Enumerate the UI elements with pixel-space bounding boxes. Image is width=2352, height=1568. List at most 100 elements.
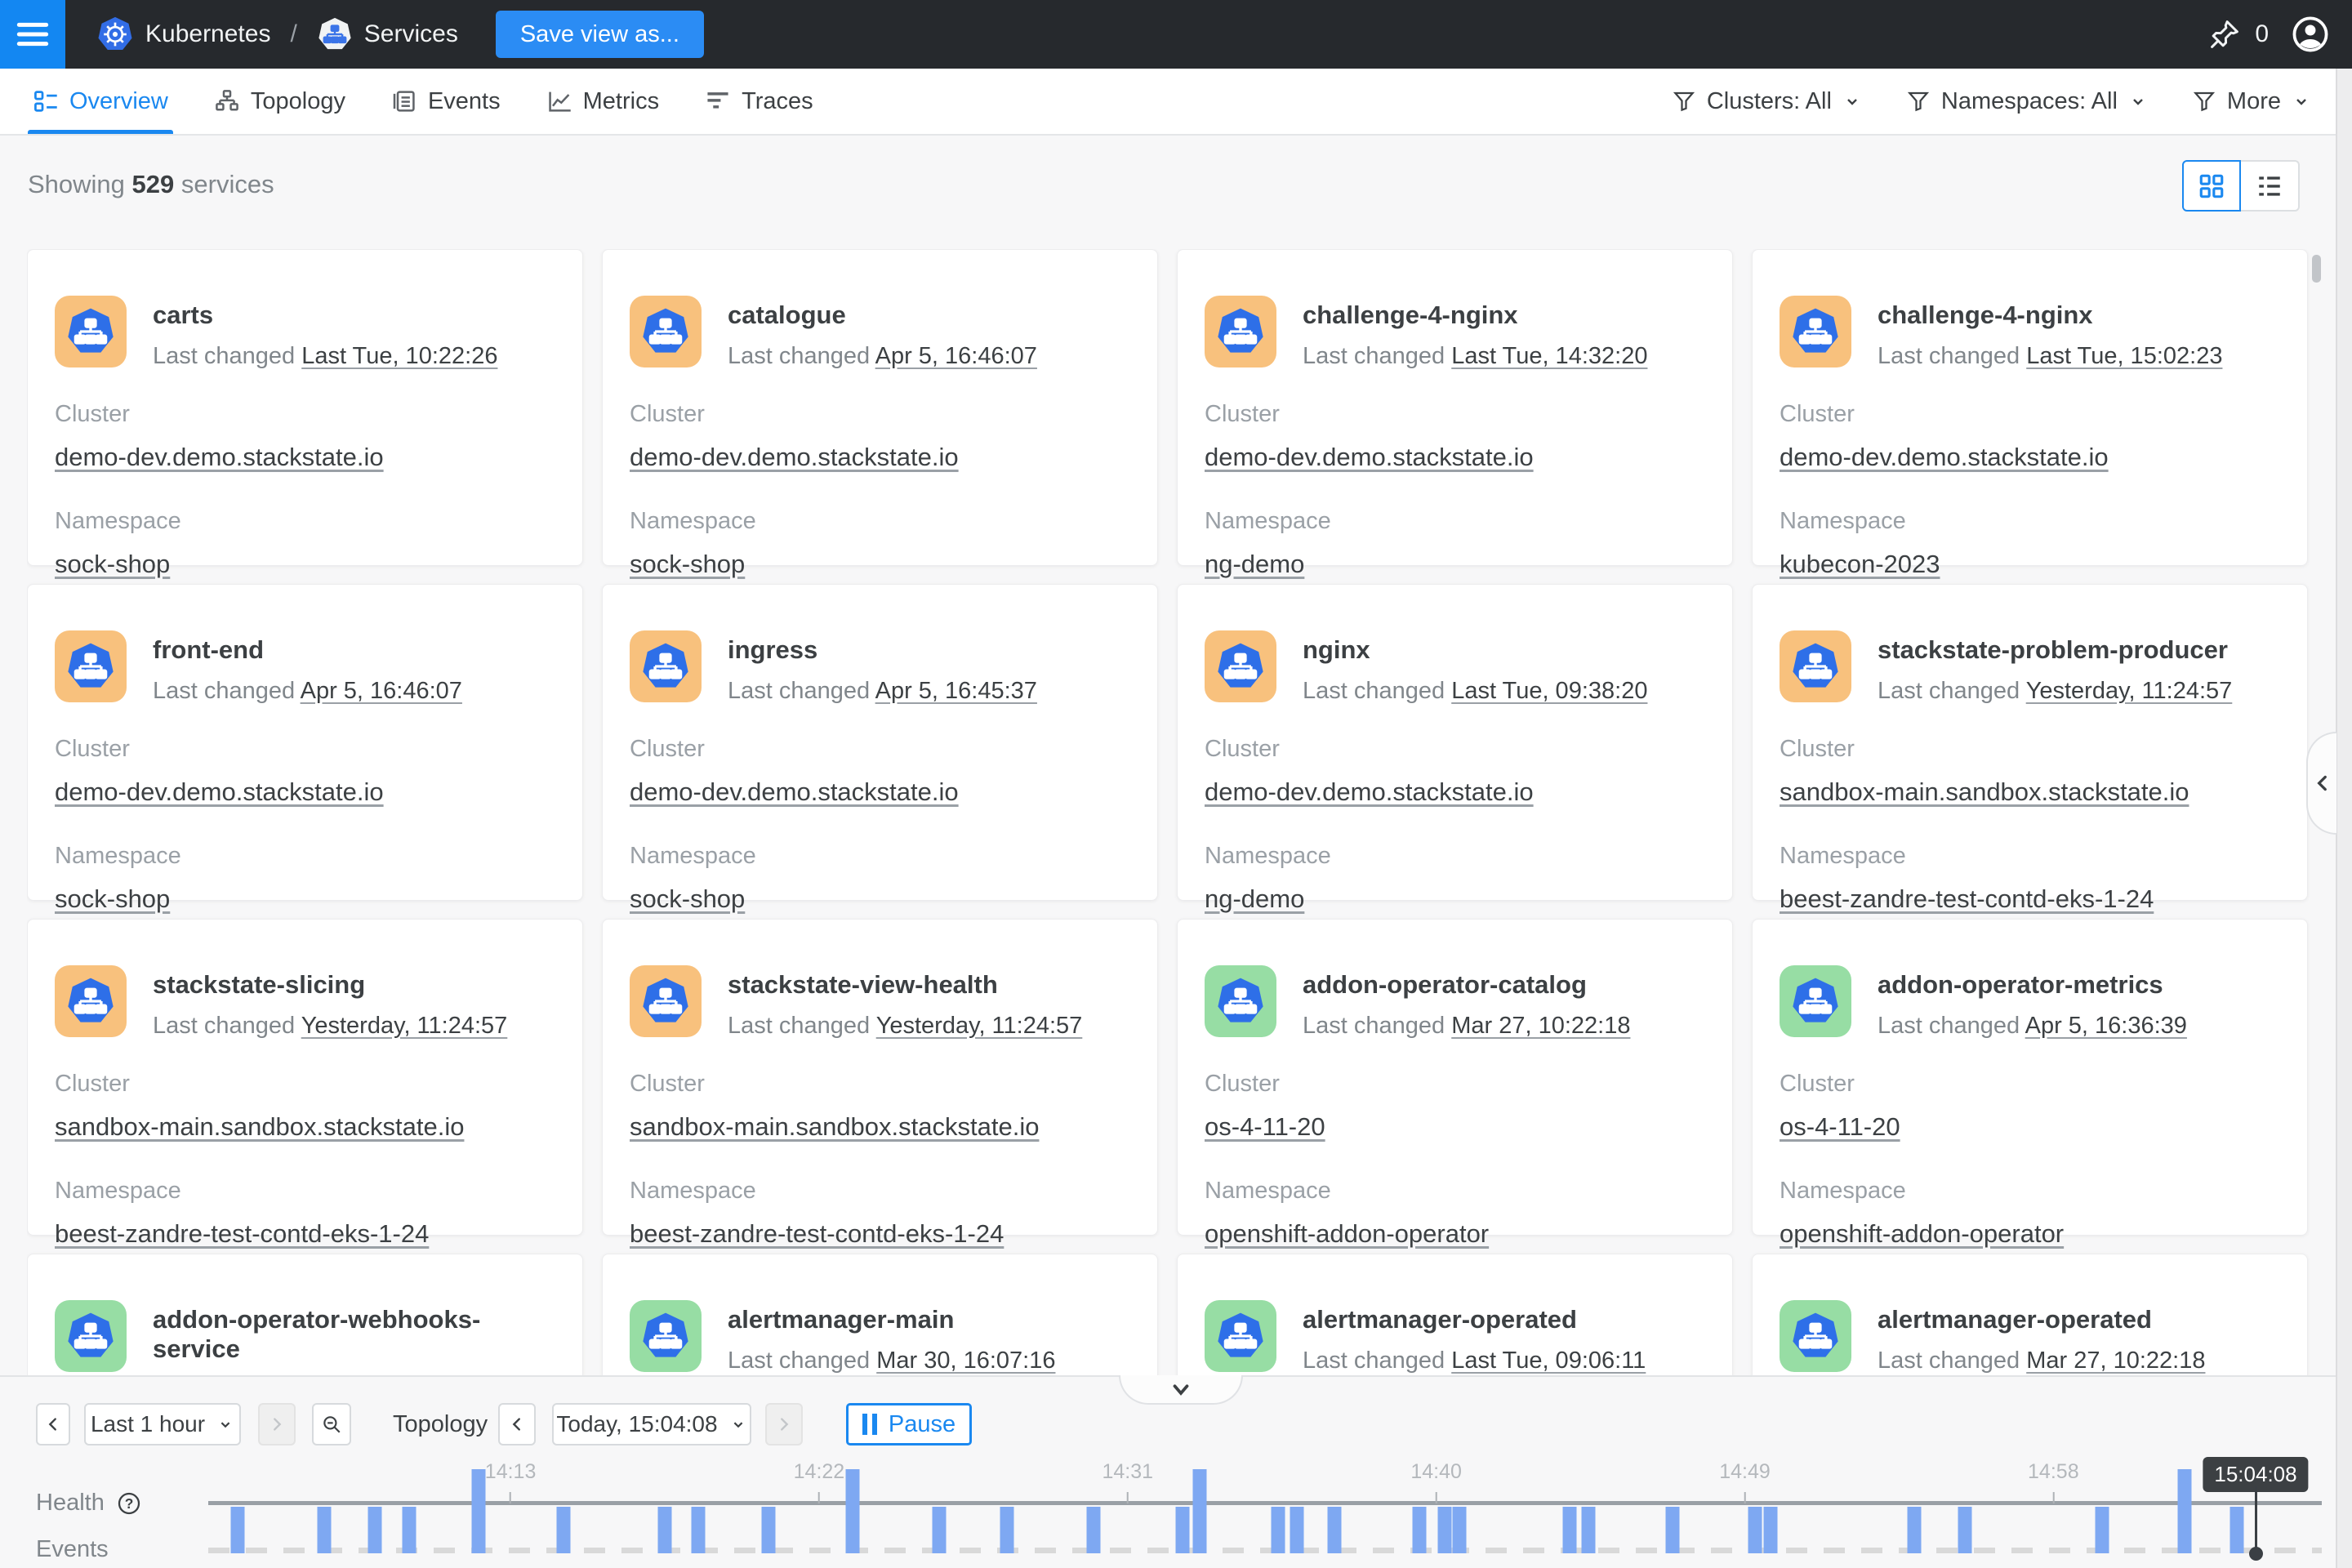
time-forward-button[interactable] <box>765 1403 803 1446</box>
last-changed-link[interactable]: Yesterday, 11:24:57 <box>2026 678 2233 704</box>
cluster-link[interactable]: demo-dev.demo.stackstate.io <box>55 777 384 806</box>
pinned-views[interactable]: 0 <box>2207 17 2269 51</box>
service-card[interactable]: ingress Last changed Apr 5, 16:45:37 Clu… <box>602 584 1158 901</box>
event-bar[interactable] <box>402 1507 416 1553</box>
namespace-link[interactable]: ng-demo <box>1205 550 1304 578</box>
service-card[interactable]: addon-operator-metrics Last changed Apr … <box>1752 919 2308 1236</box>
event-bar[interactable] <box>1000 1507 1014 1553</box>
service-card[interactable]: challenge-4-nginx Last changed Last Tue,… <box>1177 249 1733 566</box>
event-bar[interactable] <box>1290 1507 1303 1553</box>
tab-traces[interactable]: Traces <box>705 69 813 134</box>
service-card[interactable]: front-end Last changed Apr 5, 16:46:07 C… <box>27 584 583 901</box>
event-bar[interactable] <box>2095 1507 2109 1553</box>
service-card[interactable]: catalogue Last changed Apr 5, 16:46:07 C… <box>602 249 1158 566</box>
namespace-link[interactable]: sock-shop <box>55 884 170 913</box>
event-bar[interactable] <box>231 1507 245 1553</box>
namespace-link[interactable]: kubecon-2023 <box>1780 550 1940 578</box>
vertical-scrollbar[interactable] <box>2312 255 2321 283</box>
breadcrumb-services[interactable]: Services <box>317 16 458 52</box>
namespace-link[interactable]: sock-shop <box>55 550 170 578</box>
event-bar[interactable] <box>1581 1507 1595 1553</box>
event-bar[interactable] <box>1666 1507 1680 1553</box>
pause-button[interactable]: Pause <box>846 1403 972 1446</box>
event-bar[interactable] <box>1176 1507 1190 1553</box>
last-changed-link[interactable]: Yesterday, 11:24:57 <box>301 1013 508 1039</box>
event-bar[interactable] <box>692 1507 706 1553</box>
event-bar[interactable] <box>318 1507 332 1553</box>
service-card[interactable]: alertmanager-main Last changed Mar 30, 1… <box>602 1254 1158 1375</box>
event-bar[interactable] <box>2230 1507 2244 1553</box>
service-card[interactable]: stackstate-slicing Last changed Yesterda… <box>27 919 583 1236</box>
last-changed-link[interactable]: Last Tue, 10:22:26 <box>301 343 497 369</box>
event-bar[interactable] <box>1907 1507 1921 1553</box>
zoom-out-button[interactable] <box>312 1403 351 1446</box>
cluster-link[interactable]: demo-dev.demo.stackstate.io <box>1780 443 2109 471</box>
current-time-dropdown[interactable]: Today, 15:04:08 <box>552 1403 751 1446</box>
save-view-button[interactable]: Save view as... <box>496 11 704 58</box>
event-bar[interactable] <box>556 1507 570 1553</box>
tab-overview[interactable]: Overview <box>33 69 168 134</box>
breadcrumb-kubernetes[interactable]: Kubernetes <box>96 16 270 53</box>
cluster-link[interactable]: demo-dev.demo.stackstate.io <box>1205 777 1534 806</box>
event-bar[interactable] <box>1437 1507 1451 1553</box>
event-bar[interactable] <box>658 1507 672 1553</box>
tab-events[interactable]: Events <box>391 69 501 134</box>
event-bar[interactable] <box>1087 1507 1101 1553</box>
last-changed-link[interactable]: Apr 5, 16:46:07 <box>875 343 1037 369</box>
cluster-link[interactable]: os-4-11-20 <box>1780 1112 1900 1141</box>
last-changed-link[interactable]: Last Tue, 14:32:20 <box>1451 343 1647 369</box>
event-bar[interactable] <box>1763 1507 1777 1553</box>
namespace-link[interactable]: beest-zandre-test-contd-eks-1-24 <box>55 1219 429 1248</box>
cluster-link[interactable]: demo-dev.demo.stackstate.io <box>630 443 959 471</box>
namespace-link[interactable]: beest-zandre-test-contd-eks-1-24 <box>630 1219 1004 1248</box>
cluster-link[interactable]: sandbox-main.sandbox.stackstate.io <box>630 1112 1039 1141</box>
time-range-dropdown[interactable]: Last 1 hour <box>84 1403 241 1446</box>
last-changed-link[interactable]: Mar 30, 16:07:16 <box>876 1348 1055 1374</box>
timeline-collapse-toggle[interactable] <box>1119 1375 1243 1405</box>
event-bar[interactable] <box>368 1507 382 1553</box>
service-card[interactable]: alertmanager-operated Last changed Mar 2… <box>1752 1254 2308 1375</box>
range-forward-button[interactable] <box>258 1403 296 1446</box>
namespace-link[interactable]: openshift-addon-operator <box>1205 1219 1489 1248</box>
cluster-link[interactable]: demo-dev.demo.stackstate.io <box>55 443 384 471</box>
event-bar[interactable] <box>761 1507 775 1553</box>
namespace-link[interactable]: beest-zandre-test-contd-eks-1-24 <box>1780 884 2154 913</box>
namespace-link[interactable]: sock-shop <box>630 884 745 913</box>
event-bar[interactable] <box>472 1469 486 1553</box>
tab-topology[interactable]: Topology <box>214 69 345 134</box>
grid-view-button[interactable] <box>2182 160 2241 212</box>
last-changed-link[interactable]: Apr 5, 16:46:07 <box>301 678 462 704</box>
cluster-link[interactable]: demo-dev.demo.stackstate.io <box>630 777 959 806</box>
range-back-button[interactable] <box>36 1403 70 1446</box>
filter-more[interactable]: More <box>2192 88 2311 115</box>
last-changed-link[interactable]: Mar 27, 10:22:18 <box>1451 1013 1630 1039</box>
cluster-link[interactable]: sandbox-main.sandbox.stackstate.io <box>1780 777 2189 806</box>
user-avatar[interactable] <box>2290 14 2331 55</box>
service-card[interactable]: alertmanager-operated Last changed Last … <box>1177 1254 1733 1375</box>
event-bar[interactable] <box>1958 1507 1971 1553</box>
tab-metrics[interactable]: Metrics <box>546 69 659 134</box>
namespace-link[interactable]: sock-shop <box>630 550 745 578</box>
event-bar[interactable] <box>2177 1469 2191 1553</box>
last-changed-link[interactable]: Yesterday, 11:24:57 <box>876 1013 1083 1039</box>
cluster-link[interactable]: demo-dev.demo.stackstate.io <box>1205 443 1534 471</box>
service-card[interactable]: stackstate-problem-producer Last changed… <box>1752 584 2308 901</box>
time-back-button[interactable] <box>498 1403 536 1446</box>
list-view-button[interactable] <box>2241 160 2300 212</box>
service-card[interactable]: carts Last changed Last Tue, 10:22:26 Cl… <box>27 249 583 566</box>
help-icon[interactable]: ? <box>116 1490 142 1517</box>
service-card[interactable]: addon-operator-catalog Last changed Mar … <box>1177 919 1733 1236</box>
cluster-link[interactable]: sandbox-main.sandbox.stackstate.io <box>55 1112 464 1141</box>
event-bar[interactable] <box>1271 1507 1285 1553</box>
service-card[interactable]: nginx Last changed Last Tue, 09:38:20 Cl… <box>1177 584 1733 901</box>
last-changed-link[interactable]: Last Tue, 09:38:20 <box>1451 678 1647 704</box>
menu-button[interactable] <box>0 0 65 69</box>
last-changed-link[interactable]: Apr 5, 16:45:37 <box>875 678 1037 704</box>
namespace-link[interactable]: ng-demo <box>1205 884 1304 913</box>
event-bar[interactable] <box>846 1469 860 1553</box>
last-changed-link[interactable]: Last Tue, 15:02:23 <box>2026 343 2222 369</box>
cluster-link[interactable]: os-4-11-20 <box>1205 1112 1325 1141</box>
event-bar[interactable] <box>1453 1507 1467 1553</box>
event-bar[interactable] <box>1748 1507 1762 1553</box>
event-bar[interactable] <box>933 1507 947 1553</box>
